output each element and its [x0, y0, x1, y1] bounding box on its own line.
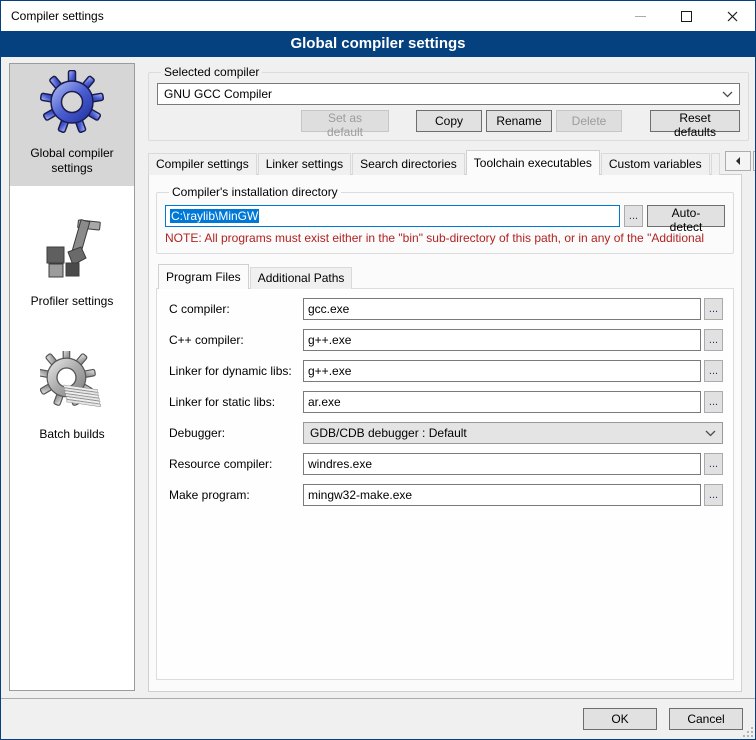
sidebar-item-label: Profiler settings [31, 294, 114, 309]
tab-search-directories[interactable]: Search directories [352, 153, 465, 175]
browse-cpp-compiler-button[interactable]: ... [704, 329, 723, 351]
field-label: C compiler: [169, 302, 303, 316]
field-row-resource-compiler: Resource compiler: windres.exe ... [169, 453, 723, 475]
field-label: Linker for static libs: [169, 395, 303, 409]
subtab-additional-paths[interactable]: Additional Paths [250, 267, 353, 289]
installation-directory-value: C:\raylib\MinGW [170, 209, 259, 223]
field-row-cpp-compiler: C++ compiler: g++.exe ... [169, 329, 723, 351]
cpp-compiler-input[interactable]: g++.exe [303, 329, 701, 351]
selected-compiler-group: Selected compiler GNU GCC Compiler Set a… [148, 65, 749, 141]
resource-compiler-input[interactable]: windres.exe [303, 453, 701, 475]
main-panel: Selected compiler GNU GCC Compiler Set a… [143, 63, 749, 692]
subtab-program-files[interactable]: Program Files [158, 264, 249, 289]
static-linker-input[interactable]: ar.exe [303, 391, 701, 413]
chevron-down-icon [722, 91, 733, 98]
maximize-button[interactable] [663, 1, 709, 31]
sidebar-item-label: Global compiler settings [12, 146, 132, 176]
cancel-button[interactable]: Cancel [669, 708, 743, 730]
set-as-default-button[interactable]: Set as default [301, 110, 389, 132]
delete-button[interactable]: Delete [556, 110, 622, 132]
blue-gear-icon [40, 70, 104, 134]
program-files-page: C compiler: gcc.exe ... C++ compiler: g+… [156, 288, 734, 680]
maximize-icon [681, 11, 692, 22]
dialog-content: Global compiler settings Profiler settin… [1, 57, 755, 739]
chevron-down-icon [705, 430, 716, 437]
debugger-select[interactable]: GDB/CDB debugger : Default [303, 422, 723, 444]
field-row-static-linker: Linker for static libs: ar.exe ... [169, 391, 723, 413]
field-row-c-compiler: C compiler: gcc.exe ... [169, 298, 723, 320]
ok-button[interactable]: OK [583, 708, 657, 730]
toolchain-executables-page: Compiler's installation directory C:\ray… [148, 174, 742, 692]
program-files-tabstrip: Program Files Additional Paths [158, 264, 734, 289]
browse-dynamic-linker-button[interactable]: ... [704, 360, 723, 382]
copy-button[interactable]: Copy [416, 110, 482, 132]
browse-static-linker-button[interactable]: ... [704, 391, 723, 413]
compiler-select[interactable]: GNU GCC Compiler [157, 83, 740, 105]
rename-button[interactable]: Rename [486, 110, 552, 132]
dialog-footer: OK Cancel [1, 698, 755, 739]
tab-toolchain-executables[interactable]: Toolchain executables [466, 150, 600, 175]
field-label: Make program: [169, 488, 303, 502]
dynamic-linker-input[interactable]: g++.exe [303, 360, 701, 382]
resource-compiler-value: windres.exe [308, 457, 372, 471]
compiler-select-value: GNU GCC Compiler [164, 87, 722, 101]
tab-scroll-left-button[interactable] [725, 151, 751, 171]
gray-gear-papers-icon [40, 351, 104, 415]
tab-scroll-arrows [723, 151, 756, 171]
field-label: C++ compiler: [169, 333, 303, 347]
window-titlebar: Compiler settings [1, 1, 755, 31]
minimize-button[interactable] [617, 1, 663, 31]
compiler-settings-dialog: Compiler settings Global compiler settin… [0, 0, 756, 740]
sidebar-item-global-compiler-settings[interactable]: Global compiler settings [10, 64, 134, 186]
make-program-value: mingw32-make.exe [308, 488, 412, 502]
browse-directory-button[interactable]: ... [624, 205, 643, 227]
installation-directory-group: Compiler's installation directory C:\ray… [156, 185, 734, 254]
window-title: Compiler settings [1, 9, 617, 23]
tab-build-options[interactable]: Build [711, 153, 720, 175]
static-linker-value: ar.exe [308, 395, 341, 409]
arrow-left-icon [735, 157, 741, 165]
tab-compiler-settings[interactable]: Compiler settings [148, 153, 257, 175]
field-row-debugger: Debugger: GDB/CDB debugger : Default [169, 422, 723, 444]
tab-linker-settings[interactable]: Linker settings [258, 153, 351, 175]
sidebar-item-label: Batch builds [39, 427, 104, 442]
browse-make-program-button[interactable]: ... [704, 484, 723, 506]
auto-detect-button[interactable]: Auto-detect [647, 205, 725, 227]
reset-defaults-button[interactable]: Reset defaults [650, 110, 740, 132]
field-row-dynamic-linker: Linker for dynamic libs: g++.exe ... [169, 360, 723, 382]
close-button[interactable] [709, 1, 755, 31]
field-row-make-program: Make program: mingw32-make.exe ... [169, 484, 723, 506]
page-title: Global compiler settings [1, 31, 755, 57]
make-program-input[interactable]: mingw32-make.exe [303, 484, 701, 506]
field-label: Linker for dynamic libs: [169, 364, 303, 378]
resize-grip[interactable] [743, 727, 753, 737]
tab-scroll-right-button[interactable] [753, 151, 756, 171]
debugger-value: GDB/CDB debugger : Default [310, 426, 705, 440]
caliper-icon [40, 218, 104, 282]
installation-note: NOTE: All programs must exist either in … [165, 231, 725, 245]
compiler-buttons-row: Set as default Copy Rename Delete Reset … [157, 110, 740, 132]
installation-directory-row: C:\raylib\MinGW ... Auto-detect [165, 205, 725, 227]
installation-directory-label: Compiler's installation directory [169, 185, 341, 199]
c-compiler-input[interactable]: gcc.exe [303, 298, 701, 320]
c-compiler-value: gcc.exe [308, 302, 349, 316]
settings-tabstrip: Compiler settings Linker settings Search… [148, 150, 749, 175]
field-label: Debugger: [169, 426, 303, 440]
sidebar-item-batch-builds[interactable]: Batch builds [10, 345, 134, 452]
sidebar: Global compiler settings Profiler settin… [9, 63, 135, 691]
dynamic-linker-value: g++.exe [308, 364, 351, 378]
selected-compiler-label: Selected compiler [161, 65, 262, 79]
minimize-icon [635, 16, 646, 17]
cpp-compiler-value: g++.exe [308, 333, 351, 347]
tab-custom-variables[interactable]: Custom variables [601, 153, 710, 175]
browse-c-compiler-button[interactable]: ... [704, 298, 723, 320]
sidebar-item-profiler-settings[interactable]: Profiler settings [10, 212, 134, 319]
close-icon [727, 11, 738, 22]
field-label: Resource compiler: [169, 457, 303, 471]
browse-resource-compiler-button[interactable]: ... [704, 453, 723, 475]
installation-directory-input[interactable]: C:\raylib\MinGW [165, 205, 620, 227]
